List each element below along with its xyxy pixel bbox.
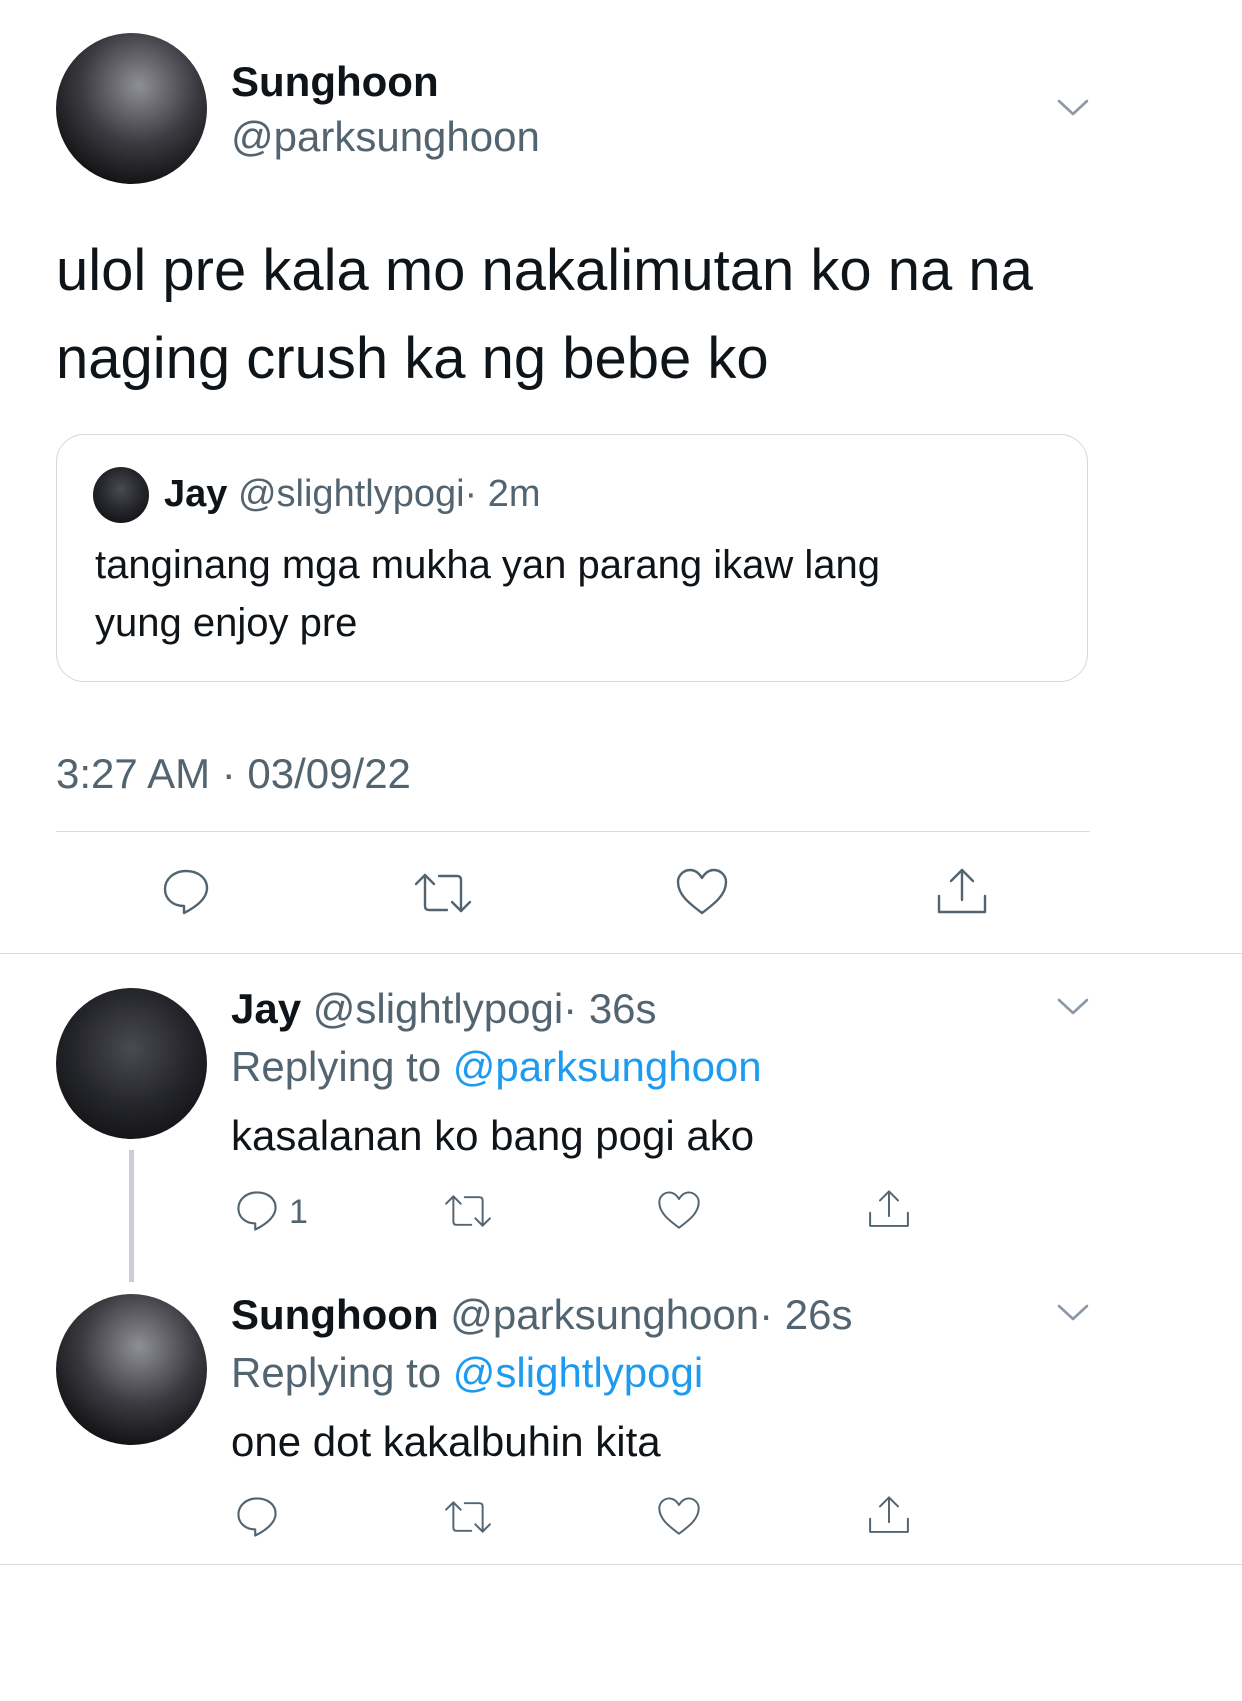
reply-text: one dot kakalbuhin kita	[231, 1418, 661, 1465]
reply-text: kasalanan ko bang pogi ako	[231, 1112, 755, 1159]
retweet-icon[interactable]	[442, 1496, 494, 1538]
replying-handle-link[interactable]: @parksunghoon	[453, 1043, 762, 1090]
replying-prefix: Replying to	[231, 1349, 442, 1396]
reply-count: 1	[289, 1193, 308, 1231]
reply-icon[interactable]	[234, 1188, 280, 1234]
reply-name[interactable]: Jay	[231, 985, 301, 1032]
reply-header: Sunghoon @parksunghoon· 26s	[231, 1291, 853, 1339]
share-icon[interactable]	[866, 1188, 912, 1231]
like-icon[interactable]	[656, 1495, 702, 1538]
reply-name[interactable]: Sunghoon	[231, 1291, 439, 1338]
reply-avatar[interactable]	[56, 1294, 207, 1445]
chevron-down-icon[interactable]	[1056, 1303, 1090, 1323]
replying-to: Replying to @parksunghoon	[231, 1043, 762, 1091]
reply-avatar[interactable]	[56, 988, 207, 1139]
like-icon[interactable]	[656, 1189, 702, 1232]
quoted-name: Jay	[164, 473, 228, 515]
tweet-timestamp[interactable]: 3:27 AM · 03/09/22	[56, 750, 411, 798]
quoted-text-line2: yung enjoy pre	[95, 601, 358, 645]
thread-line	[129, 1150, 134, 1282]
quoted-text-line1: tanginang mga mukha yan parang ikaw lang	[95, 543, 880, 587]
author-avatar[interactable]	[56, 33, 207, 184]
author-name[interactable]: Sunghoon	[231, 58, 439, 106]
reply-icon[interactable]	[160, 866, 212, 918]
chevron-down-icon[interactable]	[1056, 997, 1090, 1017]
quoted-time: · 2m	[464, 473, 541, 515]
quoted-avatar	[93, 467, 149, 523]
share-icon[interactable]	[934, 866, 990, 918]
replying-handle-link[interactable]: @slightlypogi	[453, 1349, 703, 1396]
replying-prefix: Replying to	[231, 1043, 442, 1090]
reply-icon[interactable]	[234, 1494, 280, 1540]
reply-handle[interactable]: @slightlypogi	[313, 985, 563, 1032]
reply-header: Jay @slightlypogi· 36s	[231, 985, 657, 1033]
divider	[0, 1564, 1242, 1565]
retweet-icon[interactable]	[411, 868, 475, 918]
reply-time: · 36s	[563, 985, 657, 1032]
retweet-icon[interactable]	[442, 1190, 494, 1232]
tweet-text-line1: ulol pre kala mo nakalimutan ko na na	[56, 238, 1033, 303]
quoted-header: Jay @slightlypogi· 2m	[164, 473, 541, 516]
share-icon[interactable]	[866, 1494, 912, 1537]
reply-handle[interactable]: @parksunghoon	[450, 1291, 759, 1338]
divider	[0, 953, 1242, 954]
divider	[56, 831, 1090, 832]
quoted-handle: @slightlypogi	[237, 473, 465, 515]
like-icon[interactable]	[674, 866, 730, 918]
tweet-text-line2: naging crush ka ng bebe ko	[56, 326, 769, 391]
reply-time: · 26s	[759, 1291, 853, 1338]
replying-to: Replying to @slightlypogi	[231, 1349, 703, 1397]
author-handle[interactable]: @parksunghoon	[231, 113, 540, 161]
chevron-down-icon[interactable]	[1056, 98, 1090, 118]
